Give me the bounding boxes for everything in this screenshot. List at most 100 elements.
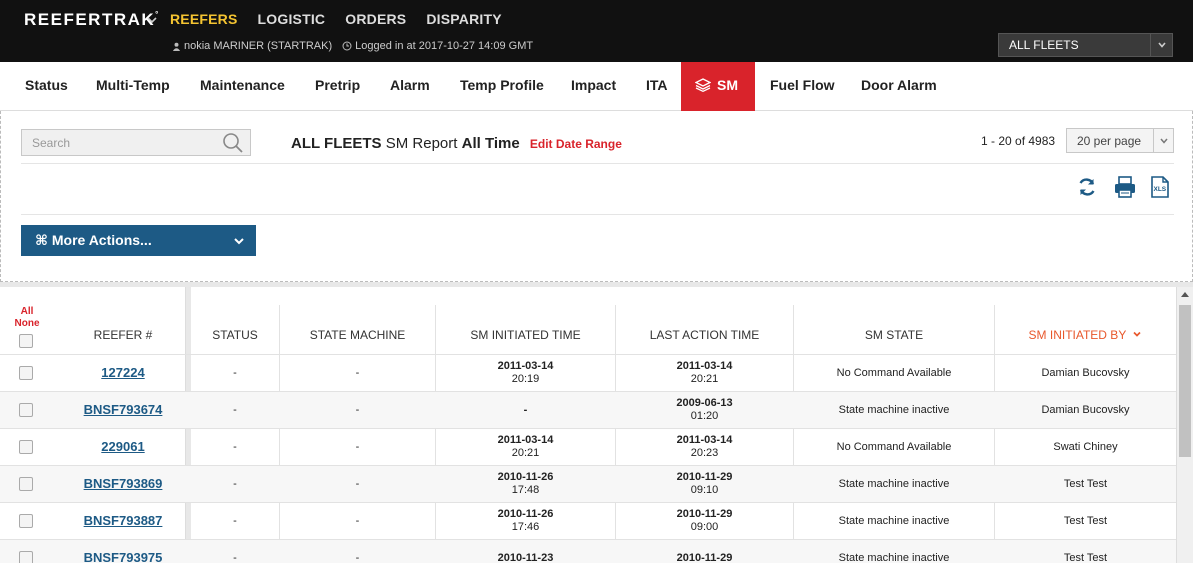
table-row[interactable]: BNSF793975 - - 2010-11-23 2010-11-29 State ma… [0, 539, 1176, 563]
sm-state-cell: State machine inactive [838, 404, 950, 416]
layers-icon [694, 78, 712, 93]
per-page-select[interactable]: 20 per page [1066, 128, 1174, 153]
report-name: SM Report [385, 135, 458, 152]
nav-reefers[interactable]: REEFERS [170, 11, 238, 27]
tab-maintenance[interactable]: Maintenance [200, 62, 285, 111]
nav-disparity[interactable]: DISPARITY [426, 11, 501, 27]
chevron-down-icon[interactable] [1153, 129, 1173, 152]
xls-export-icon[interactable]: XLS [1148, 175, 1172, 199]
row-checkbox[interactable] [19, 366, 33, 380]
tab-status[interactable]: Status [25, 62, 68, 111]
search-input[interactable]: Search [21, 129, 251, 156]
last-action-time-cell-clock: 09:10 [690, 484, 719, 496]
column-header-sm-initiated-by[interactable]: SM INITIATED BY [995, 328, 1176, 342]
last-action-time-cell: 2009-06-13 01:20 [616, 397, 793, 423]
sort-desc-icon[interactable] [1132, 329, 1142, 339]
status-cell: - [233, 404, 237, 416]
tab-ita[interactable]: ITA [646, 62, 668, 111]
last-action-time-cell-date: 2009-06-13 [676, 397, 733, 409]
report-range: All Time [461, 135, 520, 152]
sm-initiated-time-cell-date: 2011-03-14 [497, 434, 554, 446]
more-actions-label: ⌘ More Actions... [35, 232, 152, 248]
report-tabs: Status Multi-Temp Maintenance Pretrip Al… [0, 62, 1193, 118]
column-header-sm-state[interactable]: SM STATE [794, 328, 994, 342]
column-header-last-action-time[interactable]: LAST ACTION TIME [616, 328, 793, 342]
row-checkbox[interactable] [19, 477, 33, 491]
reefer-link[interactable]: BNSF793674 [60, 402, 186, 417]
tab-fuel-flow[interactable]: Fuel Flow [770, 62, 835, 111]
fleet-select-value: ALL FLEETS [1009, 38, 1079, 52]
table-row[interactable]: BNSF793869- -2010-11-26 17:48 2010-11-29 09:… [0, 465, 1176, 502]
row-checkbox[interactable] [19, 551, 33, 563]
sm-initiated-time-cell: 2011-03-14 20:21 [436, 434, 615, 460]
tab-sm-label: SM [717, 77, 738, 93]
column-header-sm-initiated-time[interactable]: SM INITIATED TIME [436, 328, 615, 342]
tab-sm[interactable]: SM [681, 62, 755, 118]
per-page-value: 20 per page [1077, 134, 1142, 148]
reefer-link[interactable]: BNSF793975 [60, 550, 186, 563]
sm-initiated-time-cell: 2010-11-26 17:46 [436, 508, 615, 534]
last-action-time-cell: 2011-03-14 20:23 [616, 434, 793, 460]
column-header-state-machine[interactable]: STATE MACHINE [280, 328, 435, 342]
report-panel: Search ALL FLEETS SM Report All Time Edi… [0, 111, 1193, 282]
table-row[interactable]: BNSF793674 - - - 2009-06-13 01:20 State machin… [0, 391, 1176, 428]
table-row[interactable]: 127224- -2011-03-14 20:19 2011-03-14 20:21 No… [0, 354, 1176, 391]
header-checkbox[interactable] [19, 334, 33, 348]
tab-alarm[interactable]: Alarm [390, 62, 430, 111]
reefer-link[interactable]: BNSF793869 [60, 476, 186, 491]
nav-orders[interactable]: ORDERS [345, 11, 406, 27]
user-info: nokia MARINER (STARTRAK) Logged in at 20… [172, 40, 533, 52]
search-icon[interactable] [222, 132, 244, 154]
select-none-link[interactable]: None [12, 318, 42, 330]
sm-initiated-time-cell-date: 2011-03-14 [497, 360, 554, 372]
row-checkbox[interactable] [19, 403, 33, 417]
sm-initiated-by-cell: Swati Chiney [1053, 441, 1118, 453]
tab-pretrip[interactable]: Pretrip [315, 62, 360, 111]
edit-date-range-link[interactable]: Edit Date Range [530, 137, 622, 151]
scroll-up-icon[interactable] [1181, 291, 1189, 297]
vertical-scrollbar[interactable] [1176, 287, 1193, 563]
sm-report-table: All None REEFER # STATUS STATE MACHINE S… [0, 287, 1176, 563]
scrollbar-thumb[interactable] [1179, 305, 1191, 457]
tab-door-alarm[interactable]: Door Alarm [861, 62, 937, 111]
last-action-time-cell-clock: 09:00 [690, 521, 719, 533]
user-icon [172, 42, 181, 51]
sm-initiated-time-cell-clock: 17:48 [511, 484, 540, 496]
state-machine-cell: - [355, 404, 360, 416]
row-checkbox[interactable] [19, 440, 33, 454]
more-actions-button[interactable]: ⌘ More Actions... [21, 225, 256, 256]
brand-logo[interactable]: REEFERTRAK° [24, 10, 160, 30]
row-checkbox[interactable] [19, 514, 33, 528]
sm-state-cell: State machine inactive [838, 478, 950, 490]
column-header-sm-initiated-by-label: SM INITIATED BY [1028, 328, 1127, 342]
user-name: nokia MARINER (STARTRAK) [184, 40, 333, 52]
chevron-down-icon[interactable] [146, 14, 158, 26]
column-header-status[interactable]: STATUS [191, 328, 279, 342]
tab-multi-temp[interactable]: Multi-Temp [96, 62, 170, 111]
fleet-select[interactable]: ALL FLEETS [998, 33, 1173, 57]
sm-initiated-time-cell-date: 2010-11-26 [497, 471, 554, 483]
sm-initiated-time-cell: 2010-11-26 17:48 [436, 471, 615, 497]
status-cell: - [233, 441, 237, 453]
sm-initiated-by-cell: Test Test [1063, 552, 1108, 563]
last-action-time-cell-clock: 01:20 [690, 410, 719, 422]
search-placeholder: Search [32, 136, 71, 150]
tab-temp-profile[interactable]: Temp Profile [460, 62, 544, 111]
tab-impact[interactable]: Impact [571, 62, 616, 111]
print-icon[interactable] [1113, 175, 1137, 199]
reefer-link[interactable]: BNSF793887 [60, 513, 186, 528]
refresh-icon[interactable] [1075, 175, 1099, 199]
divider [21, 214, 1174, 215]
last-action-time-cell: 2010-11-29 09:10 [616, 471, 793, 497]
reefer-link[interactable]: 127224 [60, 365, 186, 380]
column-header-reefer[interactable]: REEFER # [60, 328, 186, 342]
table-row[interactable]: 229061- -2011-03-14 20:21 2011-03-14 20:23 No… [0, 428, 1176, 465]
table-row[interactable]: BNSF793887- -2010-11-26 17:46 2010-11-29 09:… [0, 502, 1176, 539]
select-all-link[interactable]: All [12, 306, 42, 318]
nav-logistic[interactable]: LOGISTIC [258, 11, 326, 27]
chevron-down-icon[interactable] [1150, 34, 1172, 56]
last-action-time-cell-date: 2011-03-14 [676, 434, 733, 446]
status-cell: - [233, 552, 237, 563]
status-cell: - [233, 478, 237, 490]
reefer-link[interactable]: 229061 [60, 439, 186, 454]
